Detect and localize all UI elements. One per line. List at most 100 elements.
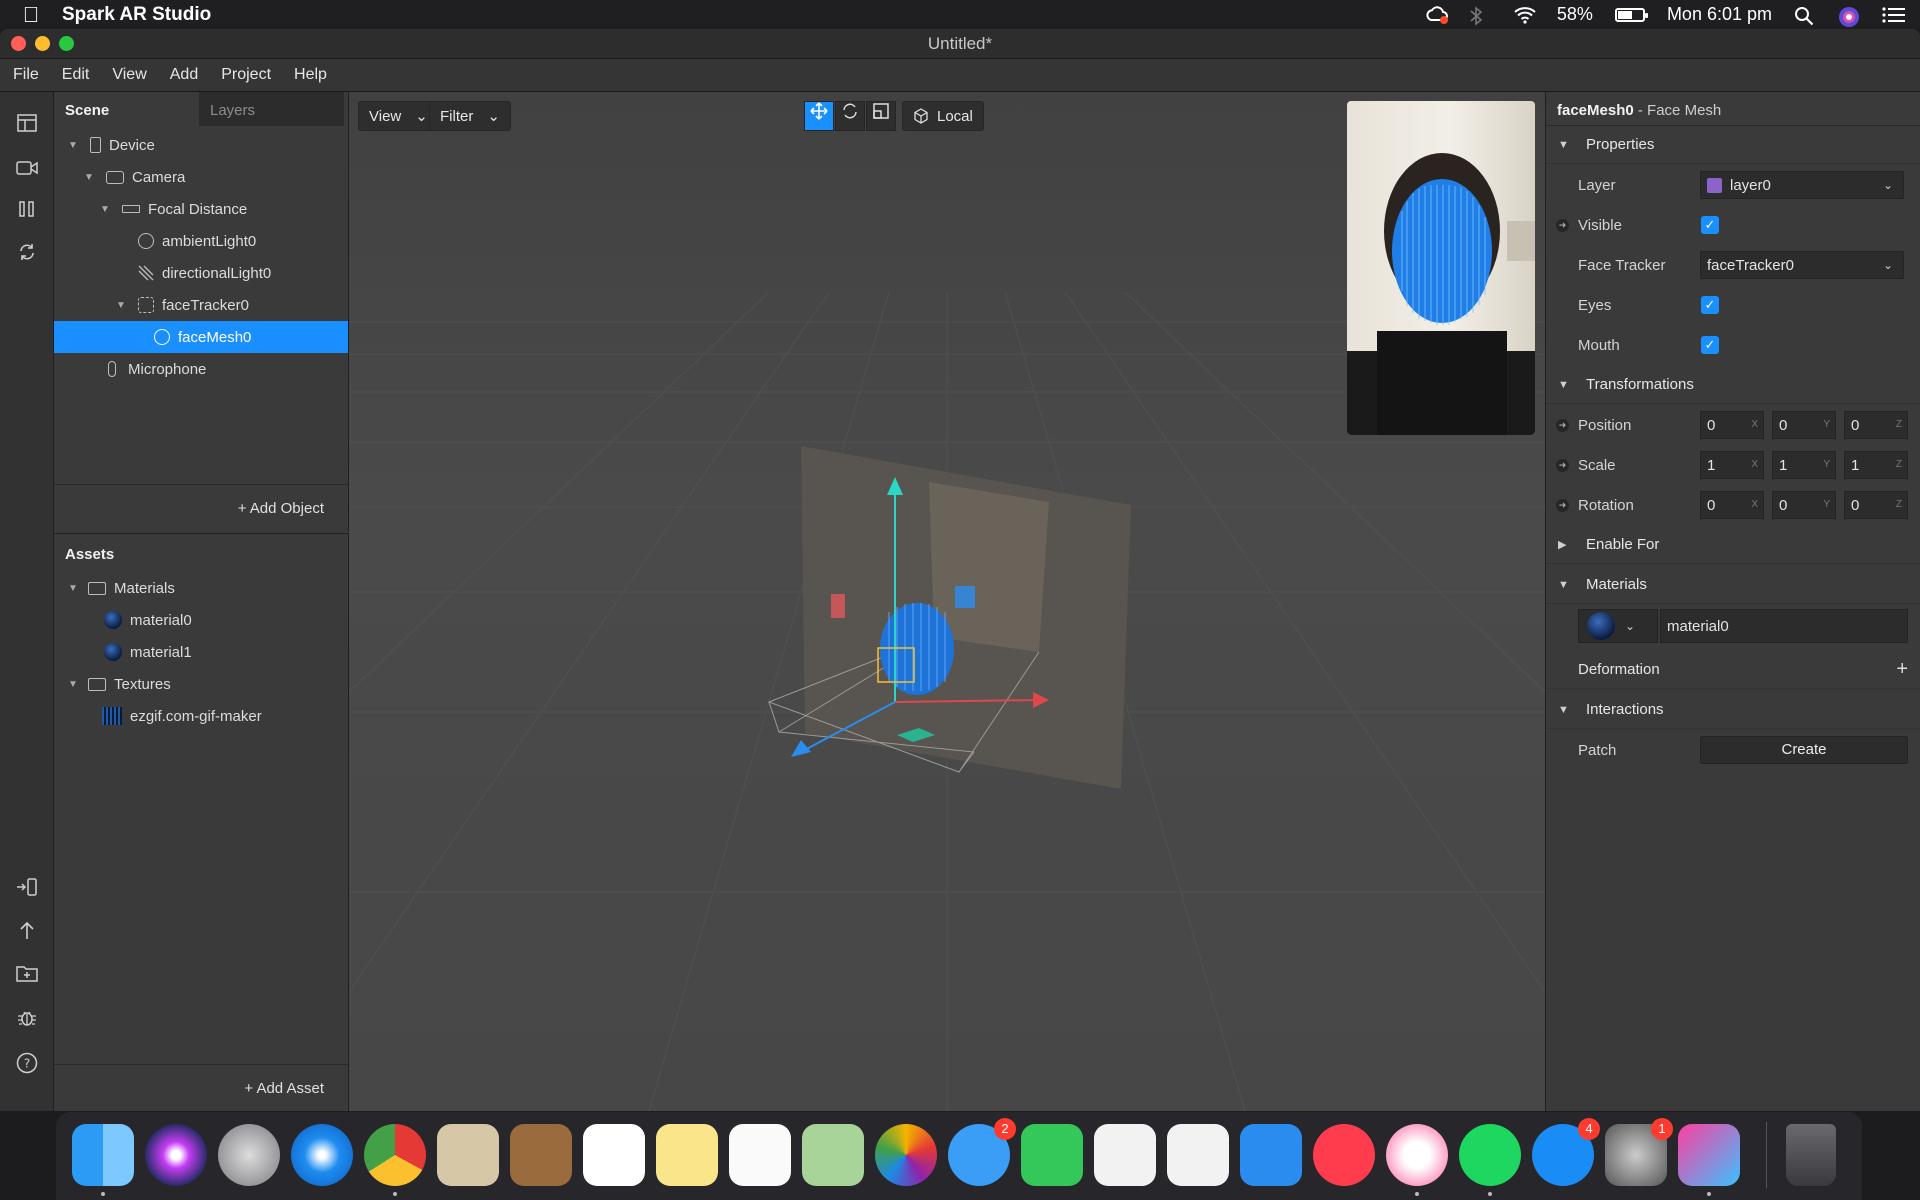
face-tracker-dropdown[interactable]: faceTracker0 ⌄	[1700, 251, 1904, 279]
position-z-input[interactable]: 0Z	[1844, 411, 1908, 439]
battery-percent[interactable]: 58%	[1557, 4, 1593, 25]
app-name[interactable]: Spark AR Studio	[62, 4, 211, 26]
layout-icon[interactable]	[14, 114, 40, 138]
device-preview[interactable]	[1347, 101, 1535, 435]
expand-triangle-icon[interactable]: ▼	[1558, 379, 1570, 391]
upload-icon[interactable]	[14, 920, 40, 944]
menu-help[interactable]: Help	[281, 66, 337, 84]
layer-dropdown[interactable]: layer0 ⌄	[1700, 171, 1904, 199]
section-properties[interactable]: ▼ Properties	[1546, 126, 1920, 164]
position-y-input[interactable]: 0Y	[1772, 411, 1836, 439]
link-arrow-icon[interactable]: ➜	[1556, 418, 1569, 432]
collapse-caret-icon[interactable]: ▼	[100, 204, 112, 215]
link-arrow-icon[interactable]: ➜	[1556, 458, 1569, 472]
material-name-field[interactable]: material0	[1660, 609, 1908, 643]
tree-item-microphone[interactable]: Microphone	[54, 353, 348, 385]
tree-item-face-tracker[interactable]: ▼ faceTracker0	[54, 289, 348, 321]
messages-icon[interactable]: 2	[948, 1118, 1016, 1186]
menu-file[interactable]: File	[0, 66, 49, 84]
section-materials[interactable]: ▼ Materials	[1546, 566, 1920, 604]
expand-triangle-icon[interactable]: ▼	[1558, 704, 1570, 716]
menu-add[interactable]: Add	[157, 66, 208, 84]
safari-icon[interactable]	[291, 1124, 353, 1186]
add-asset-button[interactable]: + Add Asset	[244, 1080, 324, 1097]
itunes-icon[interactable]	[1386, 1124, 1448, 1186]
tab-layers[interactable]: Layers	[199, 92, 344, 126]
spotify-icon[interactable]	[1459, 1124, 1521, 1186]
tab-scene[interactable]: Scene	[54, 92, 199, 126]
add-object-button[interactable]: + Add Object	[238, 500, 324, 517]
collapse-caret-icon[interactable]: ▼	[84, 172, 96, 183]
chrome-icon[interactable]	[364, 1124, 426, 1186]
battery-icon[interactable]	[1614, 7, 1648, 22]
scale-y-input[interactable]: 1Y	[1772, 451, 1836, 479]
pages-icon[interactable]	[1094, 1124, 1156, 1186]
collapse-caret-icon[interactable]: ▼	[68, 679, 80, 690]
help-icon[interactable]: ?	[14, 1052, 40, 1076]
app-store-icon[interactable]: 4	[1532, 1118, 1600, 1186]
finder-icon[interactable]	[72, 1124, 134, 1186]
keynote-icon[interactable]	[1240, 1124, 1302, 1186]
scale-x-input[interactable]: 1X	[1700, 451, 1764, 479]
tree-item-ambient-light[interactable]: ambientLight0	[54, 225, 348, 257]
position-x-input[interactable]: 0X	[1700, 411, 1764, 439]
rotation-x-input[interactable]: 0X	[1700, 491, 1764, 519]
numbers-icon[interactable]	[1167, 1124, 1229, 1186]
tree-item-directional-light[interactable]: directionalLight0	[54, 257, 348, 289]
add-deformation-plus-icon[interactable]: +	[1896, 658, 1908, 681]
collapse-caret-icon[interactable]: ▼	[68, 583, 80, 594]
siri-icon[interactable]	[1838, 6, 1860, 27]
create-patch-button[interactable]: Create	[1700, 736, 1908, 764]
notification-center-icon[interactable]	[1882, 6, 1905, 24]
rotation-z-input[interactable]: 0Z	[1844, 491, 1908, 519]
section-interactions[interactable]: ▼ Interactions	[1546, 691, 1920, 729]
library-folder-icon[interactable]	[14, 964, 40, 988]
debug-bug-icon[interactable]	[14, 1008, 40, 1032]
expand-triangle-icon[interactable]: ▼	[1558, 579, 1570, 591]
asset-material1[interactable]: material1	[54, 636, 348, 668]
asset-material0[interactable]: material0	[54, 604, 348, 636]
asset-folder-materials[interactable]: ▼ Materials	[54, 572, 348, 604]
creative-cloud-icon[interactable]	[1425, 5, 1448, 24]
expand-triangle-icon[interactable]: ▼	[1558, 139, 1570, 151]
pause-icon[interactable]	[14, 200, 40, 224]
expand-triangle-icon[interactable]: ▶	[1558, 538, 1570, 551]
link-arrow-icon[interactable]: ➜	[1556, 218, 1569, 232]
eyes-checkbox[interactable]: ✓	[1701, 296, 1719, 314]
tree-item-device[interactable]: ▼ Device	[54, 129, 348, 161]
collapse-caret-icon[interactable]: ▼	[68, 140, 80, 151]
reminders-icon[interactable]	[729, 1124, 791, 1186]
collapse-caret-icon[interactable]: ▼	[116, 300, 128, 311]
menu-project[interactable]: Project	[208, 66, 281, 84]
section-enable-for[interactable]: ▶ Enable For	[1546, 526, 1920, 564]
visible-checkbox[interactable]: ✓	[1701, 216, 1719, 234]
photos-icon[interactable]	[875, 1124, 937, 1186]
notes-icon[interactable]	[656, 1124, 718, 1186]
tree-item-camera[interactable]: ▼ Camera	[54, 161, 348, 193]
spotlight-search-icon[interactable]	[1794, 6, 1816, 25]
rotation-y-input[interactable]: 0Y	[1772, 491, 1836, 519]
mail-icon[interactable]	[437, 1124, 499, 1186]
siri-dock-icon[interactable]	[145, 1124, 207, 1186]
trash-icon[interactable]	[1786, 1124, 1836, 1186]
mouth-checkbox[interactable]: ✓	[1701, 336, 1719, 354]
launchpad-icon[interactable]	[218, 1124, 280, 1186]
material-picker[interactable]: ⌄	[1578, 609, 1658, 643]
menu-view[interactable]: View	[99, 66, 156, 84]
video-camera-icon[interactable]	[14, 158, 40, 182]
asset-texture-ezgif[interactable]: ezgif.com-gif-maker	[54, 700, 348, 732]
scale-z-input[interactable]: 1Z	[1844, 451, 1908, 479]
calendar-icon[interactable]	[583, 1124, 645, 1186]
spark-ar-icon[interactable]	[1678, 1124, 1740, 1186]
scene-viewport[interactable]: View ⌄ Filter ⌄ Local	[349, 92, 1545, 1111]
tree-item-face-mesh[interactable]: faceMesh0	[54, 321, 348, 353]
link-arrow-icon[interactable]: ➜	[1556, 498, 1569, 512]
menu-edit[interactable]: Edit	[49, 66, 100, 84]
news-icon[interactable]	[1313, 1124, 1375, 1186]
facetime-icon[interactable]	[1021, 1124, 1083, 1186]
send-to-device-icon[interactable]	[14, 877, 40, 901]
contacts-icon[interactable]	[510, 1124, 572, 1186]
section-transformations[interactable]: ▼ Transformations	[1546, 366, 1920, 404]
bluetooth-icon[interactable]	[1469, 5, 1491, 26]
clock[interactable]: Mon 6:01 pm	[1667, 4, 1772, 25]
